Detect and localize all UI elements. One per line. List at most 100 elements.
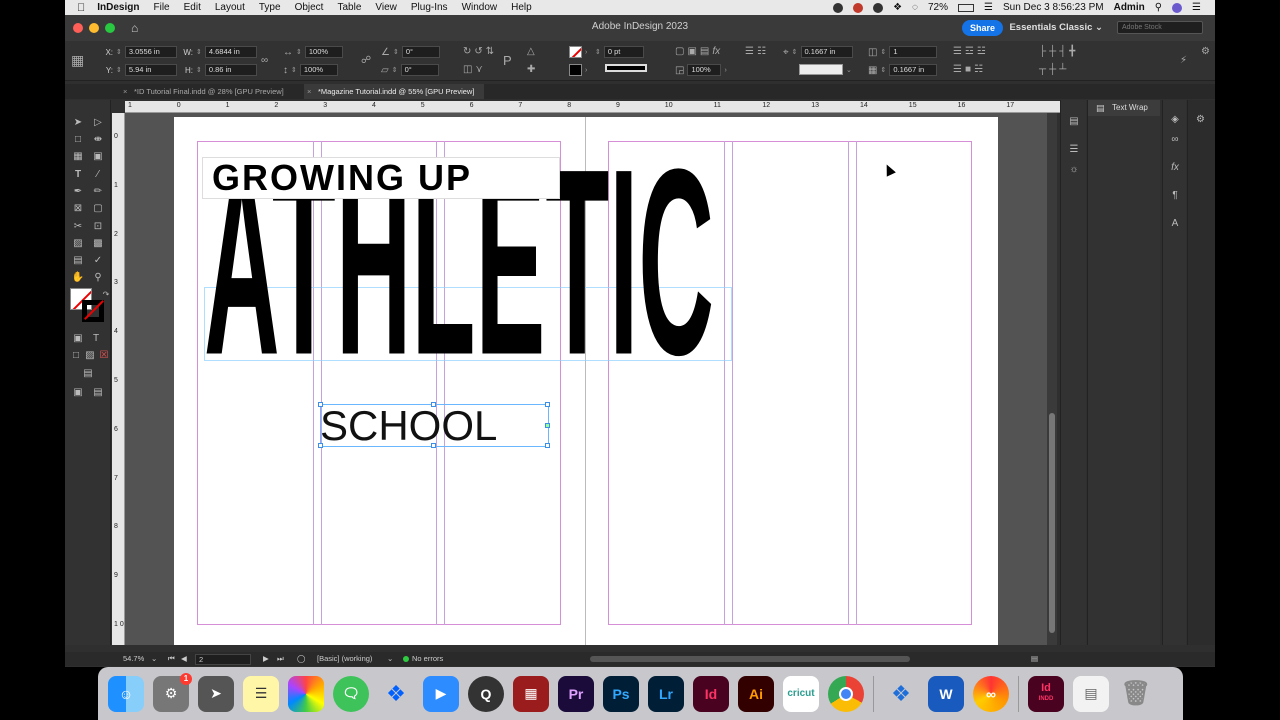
tab-magazine-tutorial[interactable]: × *Magazine Tutorial.indd @ 55% [GPU Pre… <box>304 84 484 99</box>
system-settings-icon[interactable]: ⚙ 1 <box>153 672 192 712</box>
select-content-icon[interactable]: ✚ <box>527 64 535 75</box>
last-page-icon[interactable]: ⏭ <box>277 654 284 664</box>
zoom-window-button[interactable] <box>105 23 115 33</box>
menu-layout[interactable]: Layout <box>215 2 245 13</box>
align-distribute-icon[interactable]: ☵ <box>974 64 983 75</box>
rotation-input[interactable]: 0° <box>401 46 440 58</box>
direct-selection-tool-icon[interactable]: ▷ <box>91 116 105 130</box>
chrome-icon[interactable] <box>828 675 864 712</box>
fit-content-icon[interactable]: ▤ <box>700 46 709 57</box>
align-bottom-icon[interactable]: ☰ <box>953 64 962 75</box>
resize-handle-bl[interactable] <box>318 443 323 448</box>
resize-handle-tl[interactable] <box>318 402 323 407</box>
effects-fx-icon[interactable]: fx <box>712 46 720 57</box>
gap-tool-icon[interactable]: ⇼ <box>91 133 105 147</box>
stroke-weight-input[interactable]: 0 pt <box>603 46 644 58</box>
type-tool-icon[interactable]: T <box>71 168 85 182</box>
distribute-icon[interactable]: ╋ <box>1069 46 1075 57</box>
indd-file-icon[interactable]: Id INDD <box>1028 675 1064 712</box>
zoom-tool-icon[interactable]: ⚲ <box>91 271 105 285</box>
y-input[interactable]: 5.94 in <box>124 64 177 76</box>
rectangle-tool-icon[interactable]: ▢ <box>91 202 105 216</box>
resize-handle-br[interactable] <box>545 443 550 448</box>
stroke-type-dropdown[interactable] <box>605 64 647 72</box>
gradient-feather-tool-icon[interactable]: ▩ <box>91 237 105 251</box>
opacity-input[interactable]: 100% <box>687 64 722 76</box>
select-container-icon[interactable]: △ <box>527 46 535 57</box>
menu-window[interactable]: Window <box>462 2 498 13</box>
first-page-icon[interactable]: ⏮ <box>168 654 175 664</box>
effects-panel-icon[interactable]: ☼ <box>1068 164 1080 176</box>
line-tool-icon[interactable]: ⁄ <box>91 168 105 182</box>
close-tab-icon[interactable]: × <box>307 84 311 99</box>
rectangle-frame-tool-icon[interactable]: ⊠ <box>71 202 85 216</box>
align-top-icon[interactable]: ☰ <box>745 46 754 57</box>
close-tab-icon[interactable]: × <box>123 84 127 99</box>
indesign-icon[interactable]: Id <box>693 675 729 712</box>
hand-tool-icon[interactable]: ✋ <box>71 271 85 285</box>
stroke-weight-stepper-icon[interactable]: ⇕ <box>595 48 601 56</box>
swap-fill-stroke-icon[interactable]: ↷ <box>99 288 113 302</box>
zoom-chevron-icon[interactable]: ⌄ <box>151 654 157 663</box>
menu-type[interactable]: Type <box>259 2 281 13</box>
workspace-switcher[interactable]: Essentials Classic ⌄ <box>1009 22 1103 33</box>
sync-icon[interactable] <box>873 2 884 13</box>
x-stepper-icon[interactable]: ⇕ <box>116 48 122 56</box>
preflight-status[interactable]: No errors <box>403 654 443 663</box>
formatting-container-icon[interactable]: ▣ <box>71 332 85 346</box>
apple-icon[interactable]:  <box>77 2 85 14</box>
quicktime-icon[interactable]: Q <box>468 675 504 712</box>
launchpad-icon[interactable]: ➤ <box>198 675 234 712</box>
align-justify-icon[interactable]: ☲ <box>965 46 974 57</box>
stroke-swatch[interactable] <box>569 64 582 76</box>
constrain-link-icon[interactable]: ∞ <box>261 55 268 66</box>
lightroom-icon[interactable]: Lr <box>648 675 684 712</box>
align-objects-center-icon[interactable]: ┼ <box>1049 46 1056 57</box>
battery-icon[interactable] <box>958 3 974 12</box>
paragraph-panel-icon[interactable]: ¶ <box>1169 190 1181 202</box>
record-icon[interactable] <box>833 2 844 13</box>
fill-swatch-chevron-icon[interactable]: › <box>585 49 587 56</box>
menu-file[interactable]: File <box>153 2 169 13</box>
zoom-app-icon[interactable]: ▶ <box>423 675 459 712</box>
inset-input[interactable]: 0.1667 in <box>889 64 938 76</box>
stroke-swatch-chevron-icon[interactable]: › <box>585 67 587 74</box>
dropbox-icon[interactable]: ❖ <box>378 676 414 712</box>
menu-app-name[interactable]: InDesign <box>97 2 139 13</box>
content-placer-icon[interactable]: ▣ <box>91 150 105 164</box>
resize-handle-t[interactable] <box>431 402 436 407</box>
opacity-chevron-icon[interactable]: › <box>724 67 726 74</box>
scissors-tool-icon[interactable]: ✂ <box>71 220 85 234</box>
menu-plugins[interactable]: Plug-Ins <box>411 2 448 13</box>
flip-vertical-icon[interactable]: ⋎ <box>475 64 482 75</box>
properties-panel-icon[interactable]: ⚙ <box>1196 114 1205 125</box>
resize-handle-b[interactable] <box>431 443 436 448</box>
align-objects-top-icon[interactable]: ┬ <box>1039 64 1046 75</box>
align-panel-icon[interactable]: ☰ <box>1068 144 1080 156</box>
minimize-window-button[interactable] <box>89 23 99 33</box>
flip-icon[interactable]: ⇅ <box>486 46 494 57</box>
swatch-preview[interactable] <box>799 64 843 75</box>
inset-stepper-icon[interactable]: ⇕ <box>880 66 886 74</box>
bluetooth-status-icon[interactable]: ❖ <box>893 2 902 13</box>
view-mode-icon[interactable]: ▤ <box>81 367 95 381</box>
screen-mode-normal-icon[interactable]: ▣ <box>71 386 85 400</box>
align-objects-bottom-icon[interactable]: ┴ <box>1059 64 1066 75</box>
vertical-ruler[interactable]: 0 1 2 3 4 5 6 7 8 9 1 0 <box>112 113 125 645</box>
links-panel-icon[interactable]: ∞ <box>1169 134 1181 146</box>
scale-x-input[interactable]: 100% <box>304 46 343 58</box>
screen-mode-preview-icon[interactable]: ▤ <box>91 386 105 400</box>
apply-gradient-icon[interactable]: ▨ <box>83 349 97 363</box>
control-center-icon[interactable]: ☰ <box>984 2 993 13</box>
illustrator-icon[interactable]: Ai <box>738 675 774 712</box>
align-full-icon[interactable]: ■ <box>965 64 971 75</box>
y-stepper-icon[interactable]: ⇕ <box>116 66 122 74</box>
fill-swatch[interactable] <box>569 46 582 58</box>
gradient-swatch-tool-icon[interactable]: ▨ <box>71 237 85 251</box>
menu-table[interactable]: Table <box>337 2 361 13</box>
creative-cloud-icon[interactable]: ∞ <box>973 675 1009 712</box>
selection-tool-icon[interactable]: ➤ <box>71 116 85 130</box>
messages-icon[interactable]: 🗨 <box>333 675 369 712</box>
word-icon[interactable]: W <box>928 675 964 712</box>
scrollbar-thumb[interactable] <box>1049 413 1055 633</box>
